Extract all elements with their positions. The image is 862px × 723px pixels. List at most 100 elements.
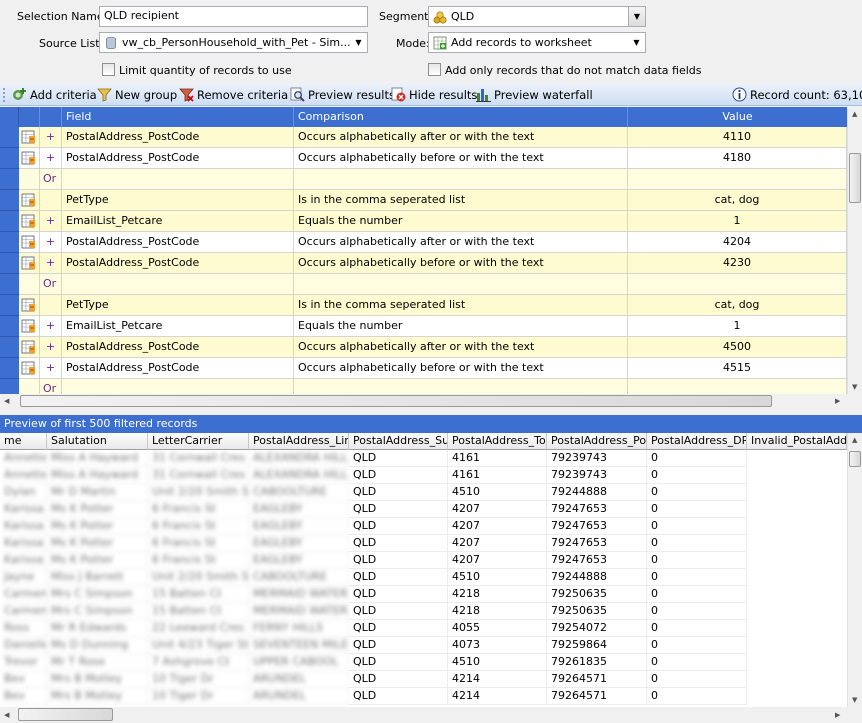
preview-column-header[interactable]: PostalAddress_Po (547, 433, 647, 450)
expand-plus[interactable]: + (40, 253, 62, 274)
value-cell[interactable]: cat, dog (628, 295, 847, 316)
field-cell[interactable]: PostalAddress_PostCode (62, 232, 294, 253)
preview-row[interactable]: Bev Mrs B Motley 10 Tiger Dr ARUNDEL QLD 4214… (0, 688, 847, 705)
row-selector[interactable] (0, 169, 19, 190)
criteria-edit-icon[interactable] (21, 214, 36, 228)
row-selector[interactable] (0, 211, 19, 232)
preview-column-header[interactable]: PostalAddress_DP (647, 433, 747, 450)
or-separator-row[interactable]: Or (0, 169, 847, 190)
row-selector[interactable] (0, 274, 19, 295)
scroll-down-arrow[interactable]: ▼ (852, 696, 857, 704)
field-cell[interactable]: PostalAddress_PostCode (62, 253, 294, 274)
scroll-up-arrow[interactable]: ▲ (852, 436, 857, 444)
criteria-row[interactable]: + EmailList_Petcare Equals the number 1 (0, 316, 847, 337)
criteria-edit-icon[interactable] (21, 130, 36, 144)
criteria-edit-icon[interactable] (21, 298, 36, 312)
row-selector[interactable] (0, 316, 19, 337)
preview-row[interactable]: Karissa Ms K Potter 6 Francis St EAGLEBY QLD… (0, 552, 847, 569)
value-cell[interactable]: cat, dog (628, 190, 847, 211)
row-selector[interactable] (0, 253, 19, 274)
chevron-down-icon[interactable]: ▼ (350, 33, 367, 52)
comparison-cell[interactable]: Occurs alphabetically before or with the… (294, 358, 628, 379)
scroll-right-arrow[interactable]: ▶ (835, 711, 840, 719)
preview-column-header[interactable]: PostalAddress_To (448, 433, 547, 450)
field-cell[interactable]: PostalAddress_PostCode (62, 337, 294, 358)
preview-row[interactable]: Ross Mr R Edwards 22 Leeward Cres FERNY HIL… (0, 620, 847, 637)
or-separator-row[interactable]: Or (0, 274, 847, 295)
scroll-up-arrow[interactable]: ▲ (852, 110, 857, 118)
field-cell[interactable]: EmailList_Petcare (62, 316, 294, 337)
field-cell[interactable] (62, 169, 294, 190)
criteria-edit-icon[interactable] (21, 235, 36, 249)
value-cell[interactable]: 4500 (628, 337, 847, 358)
criteria-horizontal-scrollbar[interactable]: ◀ ▶ (0, 394, 847, 409)
preview-row[interactable]: Karissa Ms K Potter 6 Francis St EAGLEBY QLD… (0, 535, 847, 552)
grid-header-comparison[interactable]: Comparison (294, 107, 628, 127)
preview-hscroll-thumb[interactable] (18, 708, 113, 721)
no-match-checkbox[interactable] (428, 63, 441, 76)
field-cell[interactable] (62, 379, 294, 394)
new-group-button[interactable]: New group (97, 87, 177, 102)
expand-plus[interactable] (40, 295, 62, 316)
value-cell[interactable]: 1 (628, 211, 847, 232)
value-cell[interactable] (628, 169, 847, 190)
hide-results-button[interactable]: Hide results (391, 87, 477, 102)
preview-vertical-scrollbar[interactable]: ▲ ▼ (847, 433, 862, 707)
criteria-row[interactable]: + PostalAddress_PostCode Occurs alphabetic… (0, 127, 847, 148)
criteria-row[interactable]: + EmailList_Petcare Equals the number 1 (0, 211, 847, 232)
limit-quantity-checkbox[interactable] (102, 63, 115, 76)
expand-plus[interactable]: + (40, 232, 62, 253)
criteria-edit-icon[interactable] (21, 340, 36, 354)
value-cell[interactable]: 4204 (628, 232, 847, 253)
field-cell[interactable]: PetType (62, 190, 294, 211)
preview-row[interactable]: Jayne Miss J Barrett Unit 2/20 Smith St CAB… (0, 569, 847, 586)
criteria-row[interactable]: + PostalAddress_PostCode Occurs alphabetic… (0, 148, 847, 169)
preview-row[interactable]: Trevor Mr T Rose 7 Ashgrove Ct UPPER CABOOL… (0, 654, 847, 671)
mode-select[interactable]: Add records to worksheet ▼ (428, 32, 646, 53)
preview-column-header[interactable]: PostalAddress_Su (349, 433, 448, 450)
criteria-row[interactable]: PetType Is in the comma seperated list cat… (0, 190, 847, 211)
criteria-row[interactable]: PetType Is in the comma seperated list cat… (0, 295, 847, 316)
value-cell[interactable]: 4110 (628, 127, 847, 148)
preview-row[interactable]: Bev Mrs B Motley 10 Tiger Dr ARUNDEL QLD 4214… (0, 671, 847, 688)
selection-name-input[interactable]: QLD recipient (99, 6, 368, 27)
comparison-cell[interactable] (294, 274, 628, 295)
preview-row[interactable]: Karissa Ms K Potter 6 Francis St EAGLEBY QLD… (0, 501, 847, 518)
chevron-down-icon[interactable]: ▼ (628, 7, 645, 26)
comparison-cell[interactable]: Occurs alphabetically before or with the… (294, 253, 628, 274)
segment-select[interactable]: QLD ▼ (428, 6, 646, 27)
preview-results-button[interactable]: Preview results (290, 87, 395, 102)
expand-plus[interactable]: + (40, 316, 62, 337)
expand-plus[interactable]: + (40, 127, 62, 148)
scroll-down-arrow[interactable]: ▼ (852, 383, 857, 391)
or-separator-row[interactable]: Or (0, 379, 847, 394)
criteria-row[interactable]: + PostalAddress_PostCode Occurs alphabetic… (0, 337, 847, 358)
preview-column-header[interactable]: Salutation (47, 433, 148, 450)
criteria-edit-icon[interactable] (21, 193, 36, 207)
row-selector[interactable] (0, 379, 19, 394)
field-cell[interactable] (62, 274, 294, 295)
preview-waterfall-button[interactable]: Preview waterfall (476, 87, 593, 102)
preview-row[interactable]: Carmen Mrs C Simpson 15 Batten Ct MERMAID W… (0, 586, 847, 603)
value-cell[interactable]: 4515 (628, 358, 847, 379)
field-cell[interactable]: EmailList_Petcare (62, 211, 294, 232)
criteria-edit-icon[interactable] (21, 319, 36, 333)
row-selector[interactable] (0, 127, 19, 148)
preview-row[interactable]: Danielle Ms D Dunning Unit 4/23 Tiger St SE… (0, 637, 847, 654)
field-cell[interactable]: PostalAddress_PostCode (62, 127, 294, 148)
preview-row[interactable]: Dylan Mr D Martin Unit 2/20 Smith St CABOOL… (0, 484, 847, 501)
criteria-hscroll-thumb[interactable] (20, 395, 772, 407)
criteria-edit-icon[interactable] (21, 361, 36, 375)
row-selector[interactable] (0, 190, 19, 211)
field-cell[interactable]: PostalAddress_PostCode (62, 148, 294, 169)
expand-plus[interactable] (40, 190, 62, 211)
row-selector[interactable] (0, 232, 19, 253)
criteria-scroll-thumb[interactable] (849, 153, 861, 203)
scroll-right-arrow[interactable]: ▶ (835, 397, 840, 405)
preview-column-header[interactable]: me (0, 433, 47, 450)
row-selector[interactable] (0, 148, 19, 169)
comparison-cell[interactable]: Occurs alphabetically after or with the … (294, 127, 628, 148)
value-cell[interactable] (628, 379, 847, 394)
grid-header-field[interactable]: Field (62, 107, 294, 127)
remove-criteria-button[interactable]: Remove criteria (179, 87, 288, 102)
